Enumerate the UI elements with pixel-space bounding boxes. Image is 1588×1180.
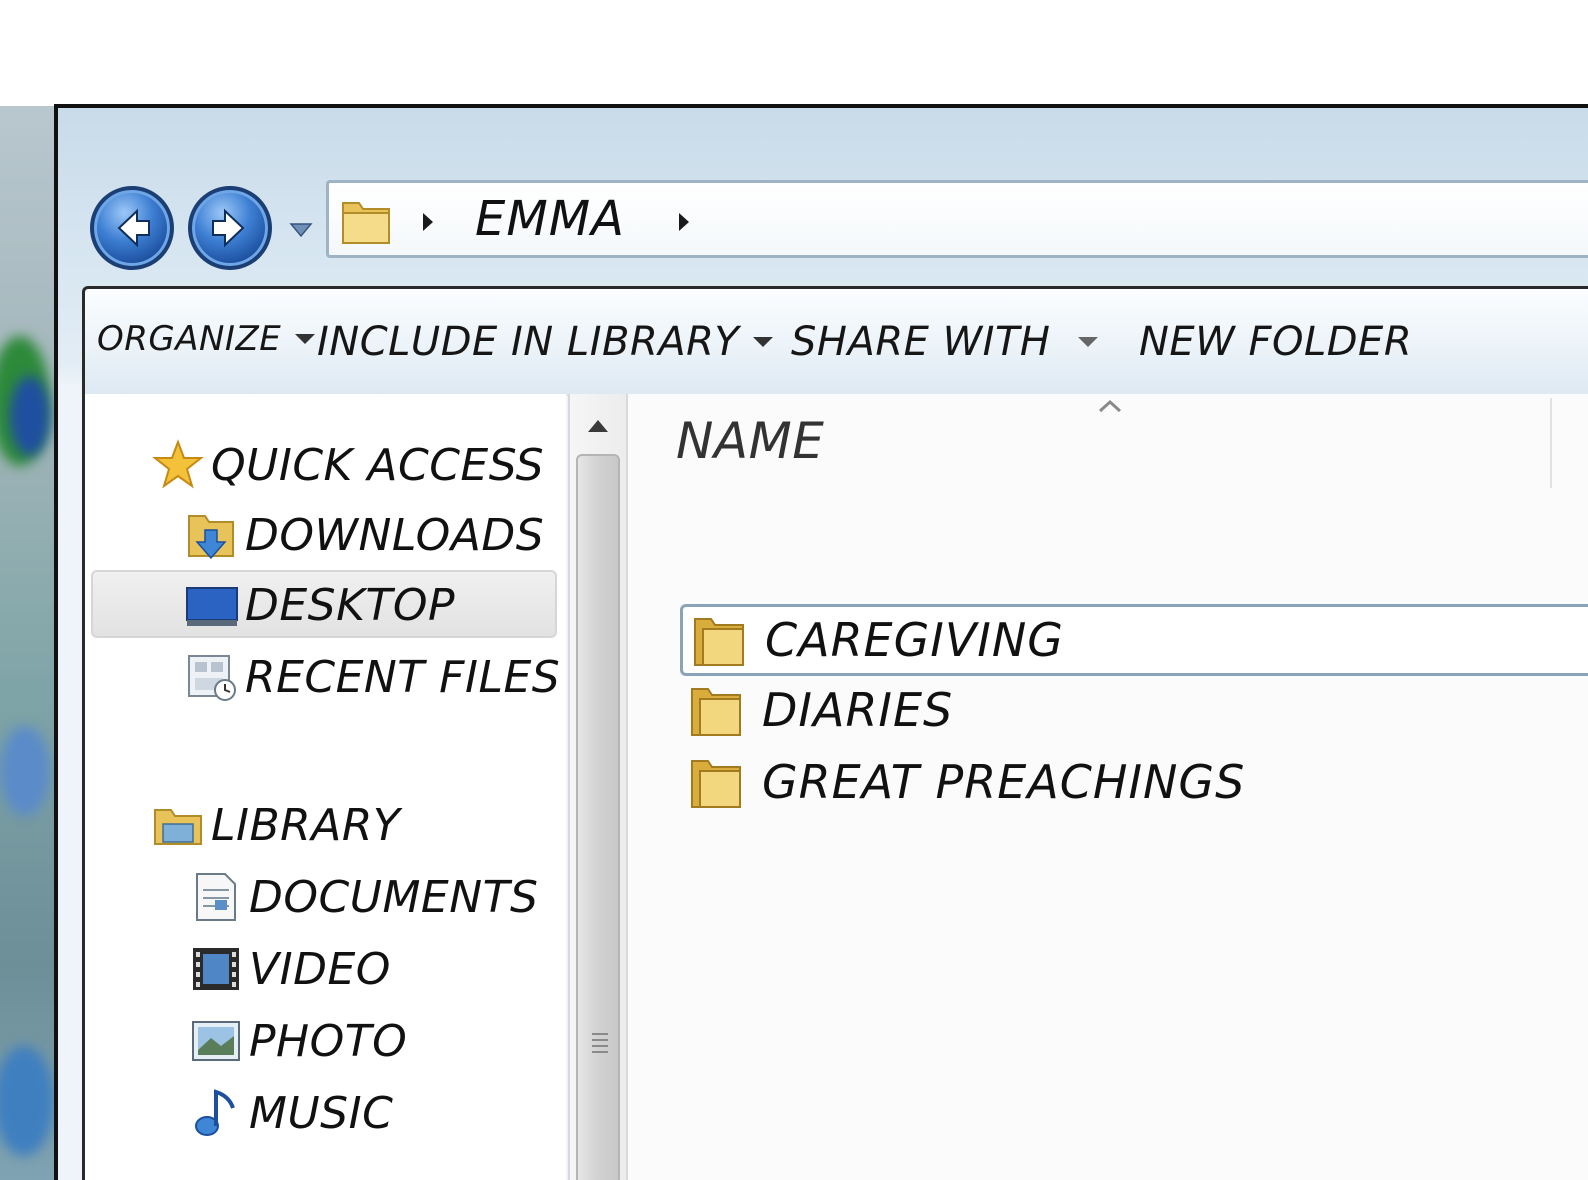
- scroll-up-arrow-icon[interactable]: [584, 416, 612, 436]
- screen-background: [0, 0, 1588, 104]
- sidebar-item-documents[interactable]: DOCUMENTS: [189, 862, 538, 932]
- library-icon: [154, 809, 202, 845]
- recent-files-icon: [188, 655, 236, 701]
- share-with-button[interactable]: SHARE WITH: [791, 319, 1100, 365]
- sidebar-item-label: RECENT FILES: [245, 651, 561, 703]
- photo-icon: [192, 1021, 240, 1061]
- navigation-pane: QUICK ACCESS DOWNLOADS DESKTOP RECENT FI…: [82, 394, 566, 1180]
- sidebar-item-label: PHOTO: [249, 1015, 408, 1067]
- file-row-diaries[interactable]: DIARIES: [680, 674, 1588, 746]
- grip-icon: [592, 1033, 608, 1053]
- star-icon: [152, 439, 204, 489]
- back-button[interactable]: [90, 186, 174, 270]
- sidebar-item-label: VIDEO: [249, 943, 391, 995]
- scroll-thumb[interactable]: [576, 454, 620, 1180]
- chevron-down-icon: [753, 337, 774, 347]
- sidebar-item-label: MUSIC: [249, 1087, 394, 1139]
- folder-icon: [694, 618, 744, 666]
- sidebar-item-quick-access[interactable]: QUICK ACCESS: [151, 430, 544, 500]
- command-bar: ORGANIZE INCLUDE IN LIBRARY SHARE WITH N…: [82, 286, 1588, 396]
- file-row-caregiving[interactable]: CAREGIVING: [680, 604, 1588, 676]
- file-list: NAME CAREGIVING DIARIES GREAT PREACHINGS: [628, 394, 1588, 1180]
- organize-label: ORGANIZE: [97, 319, 282, 359]
- new-folder-button[interactable]: NEW FOLDER: [1139, 319, 1412, 365]
- video-icon: [193, 948, 239, 990]
- breadcrumb-separator-icon[interactable]: [419, 209, 437, 235]
- sidebar-item-photo[interactable]: PHOTO: [189, 1006, 407, 1076]
- sidebar-item-label: QUICK ACCESS: [211, 439, 545, 491]
- sidebar-item-label: LIBRARY: [211, 799, 401, 851]
- downloads-folder-icon: [188, 515, 234, 560]
- sidebar-item-desktop[interactable]: DESKTOP: [185, 570, 455, 640]
- address-bar[interactable]: EMMA: [326, 180, 1588, 258]
- organize-button[interactable]: ORGANIZE: [97, 319, 317, 359]
- file-name: DIARIES: [762, 683, 954, 737]
- sidebar-item-label: DOWNLOADS: [245, 509, 545, 561]
- desktop-icon: [186, 587, 238, 626]
- forward-button[interactable]: [188, 186, 272, 270]
- column-header-name[interactable]: NAME: [676, 412, 824, 470]
- navigation-row: EMMA: [90, 180, 1588, 276]
- recent-pages-dropdown-icon[interactable]: [288, 216, 314, 242]
- sort-ascending-icon: [1098, 399, 1122, 413]
- file-row-great-preachings[interactable]: GREAT PREACHINGS: [680, 746, 1588, 818]
- sidebar-item-label: DESKTOP: [245, 579, 456, 631]
- include-in-library-button[interactable]: INCLUDE IN LIBRARY: [317, 319, 775, 365]
- desktop-background: [0, 106, 58, 1180]
- column-divider[interactable]: [1550, 398, 1552, 488]
- back-arrow-icon: [117, 208, 150, 248]
- sidebar-item-label: DOCUMENTS: [249, 871, 539, 923]
- breadcrumb-separator-icon[interactable]: [675, 209, 693, 235]
- sidebar-item-library[interactable]: LIBRARY: [151, 790, 400, 860]
- navigation-scrollbar[interactable]: [568, 394, 628, 1180]
- new-folder-label: NEW FOLDER: [1139, 319, 1413, 365]
- sidebar-item-downloads[interactable]: DOWNLOADS: [185, 500, 544, 570]
- chevron-down-icon: [295, 334, 316, 344]
- folder-icon: [342, 202, 390, 244]
- forward-arrow-icon: [212, 208, 245, 248]
- sidebar-item-video[interactable]: VIDEO: [189, 934, 391, 1004]
- file-name: CAREGIVING: [765, 613, 1064, 667]
- folder-icon: [691, 760, 741, 808]
- documents-icon: [196, 873, 236, 921]
- music-icon: [195, 1089, 235, 1136]
- explorer-window: EMMA ORGANIZE INCLUDE IN LIBRARY SHARE W…: [54, 104, 1588, 1180]
- share-with-label: SHARE WITH: [791, 319, 1051, 365]
- sidebar-item-recent-files[interactable]: RECENT FILES: [185, 642, 560, 712]
- sidebar-item-music[interactable]: MUSIC: [189, 1078, 393, 1148]
- chevron-down-icon: [1078, 337, 1099, 347]
- breadcrumb-emma[interactable]: EMMA: [475, 191, 625, 247]
- folder-icon: [691, 688, 741, 736]
- include-in-library-label: INCLUDE IN LIBRARY: [317, 319, 740, 365]
- file-name: GREAT PREACHINGS: [762, 755, 1246, 809]
